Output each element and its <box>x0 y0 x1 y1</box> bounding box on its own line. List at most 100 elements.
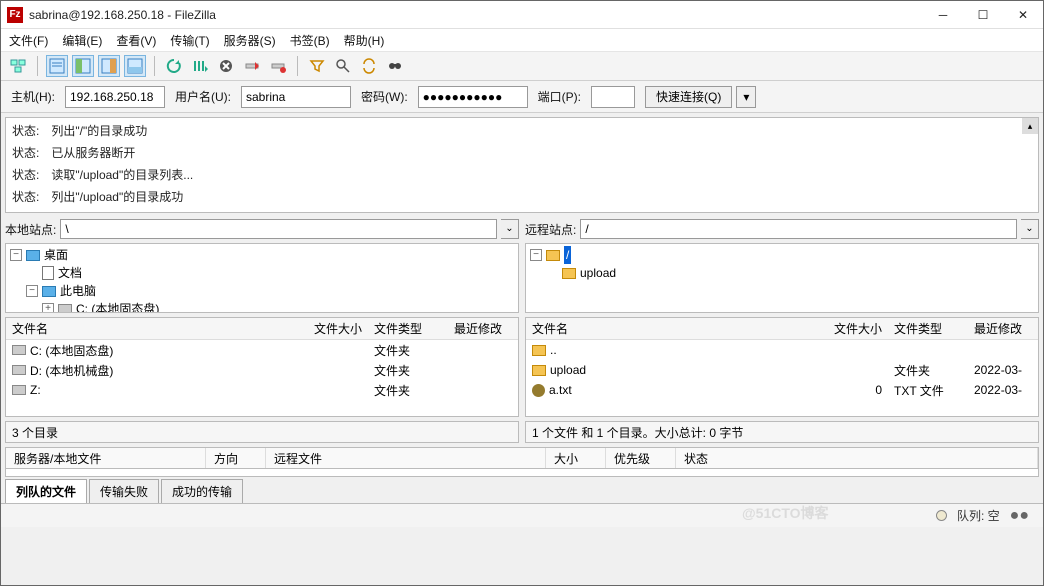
sitemanager-icon[interactable] <box>7 55 29 77</box>
local-site-label: 本地站点: <box>5 221 56 238</box>
log-status-label: 状态: <box>12 142 39 164</box>
tree-node-selected[interactable]: / <box>564 246 571 264</box>
cancel-icon[interactable] <box>215 55 237 77</box>
log-line: 读取"/upload"的目录列表... <box>51 164 193 186</box>
desktop-icon <box>26 250 40 261</box>
list-item[interactable]: Z:文件夹 <box>6 380 518 400</box>
host-input[interactable] <box>65 86 165 108</box>
col-modified[interactable]: 最近修改 <box>968 320 1038 337</box>
quickconnect-dropdown[interactable]: ▾ <box>736 86 756 108</box>
quickconnect-button[interactable]: 快速连接(Q) <box>645 86 732 108</box>
tab-success[interactable]: 成功的传输 <box>161 479 243 503</box>
tree-node[interactable]: C: (本地固态盘) <box>76 300 159 313</box>
menu-bookmark[interactable]: 书签(B) <box>290 32 330 49</box>
computer-icon <box>42 286 56 297</box>
lock-indicator-icon[interactable] <box>936 510 947 521</box>
tree-node[interactable]: 文档 <box>58 264 82 282</box>
col-server[interactable]: 服务器/本地文件 <box>6 448 206 468</box>
folder-up-icon <box>532 345 546 356</box>
remote-tree[interactable]: − / upload <box>525 243 1039 313</box>
col-size[interactable]: 大小 <box>546 448 606 468</box>
col-type[interactable]: 文件类型 <box>368 320 448 337</box>
disconnect-icon[interactable] <box>241 55 263 77</box>
col-modified[interactable]: 最近修改 <box>448 320 518 337</box>
collapse-icon[interactable]: − <box>530 249 542 261</box>
minimize-button[interactable]: ─ <box>923 1 963 28</box>
list-item[interactable]: D: (本地机械盘)文件夹 <box>6 360 518 380</box>
local-site-input[interactable] <box>60 219 497 239</box>
menu-view[interactable]: 查看(V) <box>116 32 156 49</box>
col-size[interactable]: 文件大小 <box>298 320 368 337</box>
folder-icon <box>562 268 576 279</box>
scroll-up-icon[interactable]: ▴ <box>1022 118 1038 134</box>
local-status: 3 个目录 <box>5 421 519 443</box>
search-icon[interactable] <box>384 55 406 77</box>
process-queue-icon[interactable] <box>189 55 211 77</box>
col-name[interactable]: 文件名 <box>6 320 298 337</box>
close-button[interactable]: ✕ <box>1003 1 1043 28</box>
queue-tabs: 列队的文件 传输失败 成功的传输 <box>1 479 1043 503</box>
collapse-icon[interactable]: − <box>10 249 22 261</box>
pass-label: 密码(W): <box>361 88 408 105</box>
local-tree[interactable]: − 桌面 文档 − 此电脑 + C: (本地固态盘) <box>5 243 519 313</box>
tab-failed[interactable]: 传输失败 <box>89 479 159 503</box>
reconnect-icon[interactable] <box>267 55 289 77</box>
remote-pane: 远程站点: ⌄ − / upload 文件名 文件大小 文件类型 最近修改 .. … <box>525 217 1039 443</box>
watermark: @51CTO博客 <box>742 503 829 523</box>
col-priority[interactable]: 优先级 <box>606 448 676 468</box>
user-label: 用户名(U): <box>175 88 231 105</box>
tree-node[interactable]: 此电脑 <box>60 282 96 300</box>
menu-file[interactable]: 文件(F) <box>9 32 48 49</box>
menu-transfer[interactable]: 传输(T) <box>170 32 209 49</box>
col-type[interactable]: 文件类型 <box>888 320 968 337</box>
menu-bar: 文件(F) 编辑(E) 查看(V) 传输(T) 服务器(S) 书签(B) 帮助(… <box>1 29 1043 51</box>
col-remote[interactable]: 远程文件 <box>266 448 546 468</box>
list-item[interactable]: .. <box>526 340 1038 360</box>
sync-browse-icon[interactable] <box>358 55 380 77</box>
col-status[interactable]: 状态 <box>676 448 1038 468</box>
file-icon <box>532 384 545 397</box>
port-input[interactable] <box>591 86 635 108</box>
toggle-remotetree-icon[interactable] <box>98 55 120 77</box>
local-site-dropdown[interactable]: ⌄ <box>501 219 519 239</box>
remote-site-label: 远程站点: <box>525 221 576 238</box>
remote-site-input[interactable] <box>580 219 1017 239</box>
toggle-queue-icon[interactable] <box>124 55 146 77</box>
local-pane: 本地站点: ⌄ − 桌面 文档 − 此电脑 + C: (本地固态盘) 文件名 文件大小… <box>5 217 519 443</box>
remote-status: 1 个文件 和 1 个目录。大小总计: 0 字节 <box>525 421 1039 443</box>
host-label: 主机(H): <box>11 88 55 105</box>
tree-node[interactable]: upload <box>580 264 616 282</box>
queue-status: 队列: 空 <box>957 507 1000 524</box>
tab-queued[interactable]: 列队的文件 <box>5 479 87 503</box>
collapse-icon[interactable]: − <box>26 285 38 297</box>
toggle-localtree-icon[interactable] <box>72 55 94 77</box>
filter-icon[interactable] <box>306 55 328 77</box>
maximize-button[interactable]: ☐ <box>963 1 1003 28</box>
list-item[interactable]: C: (本地固态盘)文件夹 <box>6 340 518 360</box>
list-item[interactable]: upload文件夹2022-03- <box>526 360 1038 380</box>
expand-icon[interactable]: + <box>42 303 54 313</box>
local-filelist[interactable]: 文件名 文件大小 文件类型 最近修改 C: (本地固态盘)文件夹 D: (本地机… <box>5 317 519 417</box>
menu-help[interactable]: 帮助(H) <box>344 32 385 49</box>
folder-icon <box>532 365 546 376</box>
activity-indicator-icon: ●● <box>1010 510 1029 521</box>
col-size[interactable]: 文件大小 <box>818 320 888 337</box>
message-log[interactable]: ▴ 状态:列出"/"的目录成功 状态:已从服务器断开 状态:读取"/upload… <box>5 117 1039 213</box>
col-direction[interactable]: 方向 <box>206 448 266 468</box>
compare-icon[interactable] <box>332 55 354 77</box>
local-filelist-header[interactable]: 文件名 文件大小 文件类型 最近修改 <box>6 318 518 340</box>
user-input[interactable] <box>241 86 351 108</box>
col-name[interactable]: 文件名 <box>526 320 818 337</box>
remote-filelist[interactable]: 文件名 文件大小 文件类型 最近修改 .. upload文件夹2022-03- … <box>525 317 1039 417</box>
menu-edit[interactable]: 编辑(E) <box>62 32 102 49</box>
remote-site-dropdown[interactable]: ⌄ <box>1021 219 1039 239</box>
remote-filelist-header[interactable]: 文件名 文件大小 文件类型 最近修改 <box>526 318 1038 340</box>
queue-header[interactable]: 服务器/本地文件 方向 远程文件 大小 优先级 状态 <box>5 447 1039 469</box>
refresh-icon[interactable] <box>163 55 185 77</box>
pass-input[interactable] <box>418 86 528 108</box>
menu-server[interactable]: 服务器(S) <box>224 32 276 49</box>
toggle-log-icon[interactable] <box>46 55 68 77</box>
list-item[interactable]: a.txt0TXT 文件2022-03- <box>526 380 1038 400</box>
tree-node[interactable]: 桌面 <box>44 246 68 264</box>
queue-body[interactable] <box>5 469 1039 477</box>
